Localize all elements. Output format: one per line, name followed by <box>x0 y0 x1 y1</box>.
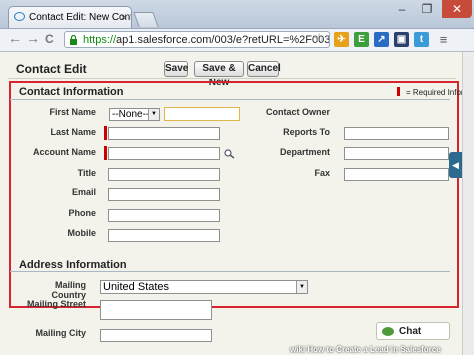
phone-input[interactable] <box>108 209 220 222</box>
email-label: Email <box>71 187 96 197</box>
browser-toolbar: ← → C https://ap1.salesforce.com/003/e?r… <box>0 29 474 52</box>
back-button[interactable]: ← <box>8 30 22 46</box>
required-legend: = Required Infor <box>397 87 462 97</box>
close-window-button[interactable]: ✕ <box>442 0 472 18</box>
mobile-label: Mobile <box>67 228 97 238</box>
required-marker <box>104 126 107 140</box>
address-information-heading: Address Information <box>19 259 127 271</box>
reports-to-input[interactable] <box>344 127 449 140</box>
airplane-icon[interactable]: ✈ <box>334 32 349 47</box>
department-label: Department <box>279 147 330 157</box>
mailing-street-input[interactable] <box>100 300 212 320</box>
salesforce-page: Contact Edit Save Save & New Cancel Cont… <box>0 52 462 355</box>
restore-button[interactable]: ❐ <box>415 0 439 18</box>
url-text: ap1.salesforce.com/003/e?retURL=%2F003 <box>116 34 330 46</box>
section-divider <box>10 99 450 100</box>
chevron-down-icon: ▼ <box>148 109 159 120</box>
twitter-icon[interactable]: t <box>414 32 429 47</box>
address-bar[interactable]: https://ap1.salesforce.com/003/e?retURL=… <box>64 31 330 48</box>
new-tab-button[interactable] <box>133 12 159 27</box>
save-button[interactable]: Save <box>164 61 188 77</box>
divider <box>8 78 456 79</box>
menu-icon[interactable]: ≡ <box>436 32 451 47</box>
department-input[interactable] <box>344 147 449 160</box>
pocket-icon[interactable]: ▣ <box>394 32 409 47</box>
tab-title: Contact Edit: New Contac <box>29 12 131 23</box>
account-name-input[interactable] <box>108 147 220 160</box>
mailing-street-label: Mailing Street <box>26 299 86 309</box>
arrow-icon[interactable]: ↗ <box>374 32 389 47</box>
first-name-label: First Name <box>49 107 96 117</box>
fax-label: Fax <box>314 168 330 178</box>
reload-button[interactable]: C <box>45 32 54 46</box>
mobile-input[interactable] <box>108 229 220 242</box>
title-label: Title <box>77 168 96 178</box>
sidebar-toggle-icon[interactable]: ◀ <box>449 152 462 178</box>
save-new-button[interactable]: Save & New <box>194 61 244 88</box>
required-marker-icon <box>397 87 400 96</box>
account-name-label: Account Name <box>32 147 96 157</box>
mailing-city-input[interactable] <box>100 329 212 342</box>
title-input[interactable] <box>108 168 220 181</box>
last-name-input[interactable] <box>108 127 220 140</box>
lookup-icon[interactable] <box>224 149 235 159</box>
chat-button[interactable]: Chat <box>376 322 450 340</box>
minimize-button[interactable]: – <box>390 0 414 18</box>
browser-titlebar: Contact Edit: New Contac × – ❐ ✕ <box>0 0 474 29</box>
fax-input[interactable] <box>344 168 449 181</box>
last-name-label: Last Name <box>50 127 96 137</box>
mailing-city-label: Mailing City <box>35 328 86 338</box>
required-marker <box>104 146 107 160</box>
mailing-country-label: Mailing Country <box>51 280 87 300</box>
chevron-down-icon: ▼ <box>296 281 307 293</box>
mailing-country-select[interactable]: United States ▼ <box>100 280 308 294</box>
vertical-scrollbar[interactable] <box>462 52 474 355</box>
evernote-icon[interactable]: E <box>354 32 369 47</box>
forward-button[interactable]: → <box>26 30 40 46</box>
email-input[interactable] <box>108 188 220 201</box>
contact-information-heading: Contact Information <box>19 86 124 98</box>
star-icon[interactable]: ☆ <box>313 30 326 47</box>
cancel-button[interactable]: Cancel <box>247 61 281 77</box>
page-title: Contact Edit <box>16 62 87 76</box>
url-scheme: https:// <box>83 34 117 46</box>
salutation-select[interactable]: --None-- ▼ <box>109 108 160 121</box>
browser-tab[interactable]: Contact Edit: New Contac × <box>8 6 132 28</box>
reports-to-label: Reports To <box>283 127 330 137</box>
contact-owner-label: Contact Owner <box>265 107 330 117</box>
watermark: wiki How to Create a Lead in Salesforce <box>290 345 441 354</box>
phone-label: Phone <box>68 208 96 218</box>
tab-close-icon[interactable]: × <box>121 7 127 28</box>
lock-icon <box>70 35 77 45</box>
chat-bubble-icon <box>382 327 394 336</box>
cloud-favicon-icon <box>14 12 25 21</box>
section-divider <box>10 271 450 272</box>
first-name-input[interactable] <box>164 107 240 121</box>
